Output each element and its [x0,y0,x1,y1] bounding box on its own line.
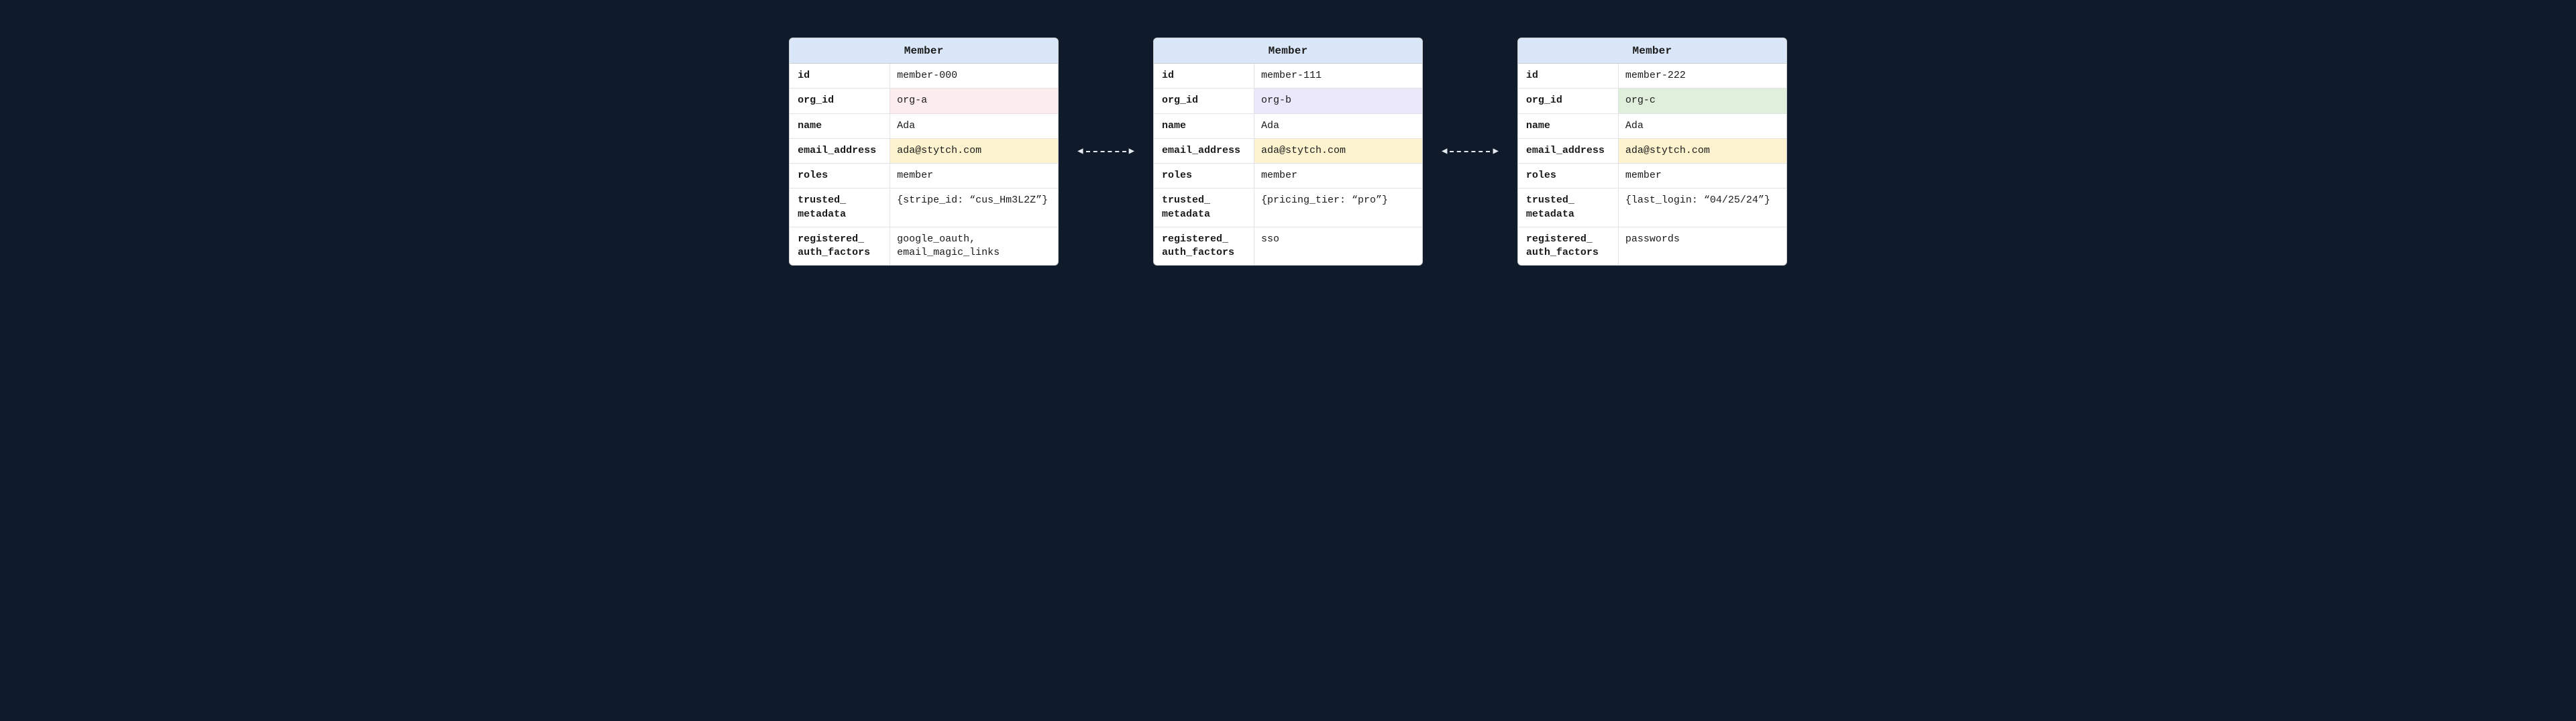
field-value-org-id: org-a [890,89,1058,113]
field-key: trusted_ metadata [790,188,890,227]
field-key: registered_ auth_factors [1154,227,1254,266]
field-key: email_address [790,139,890,163]
field-value-org-id: org-c [1619,89,1786,113]
field-row-auth-factors: registered_ auth_factors google_oauth, e… [790,227,1058,266]
field-value: {stripe_id: “cus_Hm3L2Z”} [890,188,1058,227]
field-key: id [1154,64,1254,88]
field-row-metadata: trusted_ metadata {last_login: “04/25/24… [1518,188,1786,227]
field-key: email_address [1518,139,1619,163]
arrow-left-icon: ◀ [1077,147,1083,156]
field-key: id [790,64,890,88]
field-value-email: ada@stytch.com [1254,139,1422,163]
field-value: Ada [1619,114,1786,138]
field-row-email: email_address ada@stytch.com [1518,139,1786,164]
field-key: registered_ auth_factors [790,227,890,266]
field-value: member [1619,164,1786,188]
field-value: member-222 [1619,64,1786,88]
field-key: id [1518,64,1619,88]
field-key: registered_ auth_factors [1518,227,1619,266]
field-value-email: ada@stytch.com [890,139,1058,163]
field-key: name [1154,114,1254,138]
field-row-metadata: trusted_ metadata {stripe_id: “cus_Hm3L2… [790,188,1058,227]
field-row-org-id: org_id org-a [790,89,1058,113]
field-row-roles: roles member [1518,164,1786,188]
field-row-email: email_address ada@stytch.com [790,139,1058,164]
field-row-id: id member-222 [1518,64,1786,89]
field-value: {last_login: “04/25/24”} [1619,188,1786,227]
field-key: email_address [1154,139,1254,163]
arrow-right-icon: ▶ [1493,147,1498,156]
member-card: Member id member-000 org_id org-a name A… [789,38,1059,266]
field-key: roles [790,164,890,188]
dashed-line-icon [1086,151,1126,152]
field-row-org-id: org_id org-c [1518,89,1786,113]
field-row-roles: roles member [1154,164,1422,188]
field-key: name [1518,114,1619,138]
field-key: org_id [1154,89,1254,113]
member-card: Member id member-222 org_id org-c name A… [1517,38,1787,266]
card-header: Member [1518,38,1786,64]
arrow-right-icon: ▶ [1129,147,1134,156]
field-value: google_oauth, email_magic_links [890,227,1058,266]
field-key: roles [1154,164,1254,188]
field-key: trusted_ metadata [1154,188,1254,227]
field-value-org-id: org-b [1254,89,1422,113]
field-value: sso [1254,227,1422,266]
field-key: org_id [1518,89,1619,113]
field-row-org-id: org_id org-b [1154,89,1422,113]
field-row-metadata: trusted_ metadata {pricing_tier: “pro”} [1154,188,1422,227]
field-value: member [890,164,1058,188]
member-card: Member id member-111 org_id org-b name A… [1153,38,1423,266]
card-header: Member [1154,38,1422,64]
field-row-name: name Ada [790,114,1058,139]
field-value: member-111 [1254,64,1422,88]
field-row-id: id member-111 [1154,64,1422,89]
field-row-auth-factors: registered_ auth_factors passwords [1518,227,1786,266]
field-key: trusted_ metadata [1518,188,1619,227]
field-value-email: ada@stytch.com [1619,139,1786,163]
field-row-id: id member-000 [790,64,1058,89]
bidirectional-connector-icon: ◀ ▶ [1077,144,1134,160]
bidirectional-connector-icon: ◀ ▶ [1442,144,1499,160]
field-row-auth-factors: registered_ auth_factors sso [1154,227,1422,266]
field-value: {pricing_tier: “pro”} [1254,188,1422,227]
card-header: Member [790,38,1058,64]
field-row-name: name Ada [1154,114,1422,139]
field-row-name: name Ada [1518,114,1786,139]
arrow-left-icon: ◀ [1442,147,1447,156]
field-key: roles [1518,164,1619,188]
field-value: member-000 [890,64,1058,88]
field-value: member [1254,164,1422,188]
field-key: org_id [790,89,890,113]
field-value: passwords [1619,227,1786,266]
diagram-stage: Member id member-000 org_id org-a name A… [0,0,2576,303]
field-row-email: email_address ada@stytch.com [1154,139,1422,164]
field-value: Ada [1254,114,1422,138]
field-value: Ada [890,114,1058,138]
field-row-roles: roles member [790,164,1058,188]
field-key: name [790,114,890,138]
dashed-line-icon [1450,151,1490,152]
